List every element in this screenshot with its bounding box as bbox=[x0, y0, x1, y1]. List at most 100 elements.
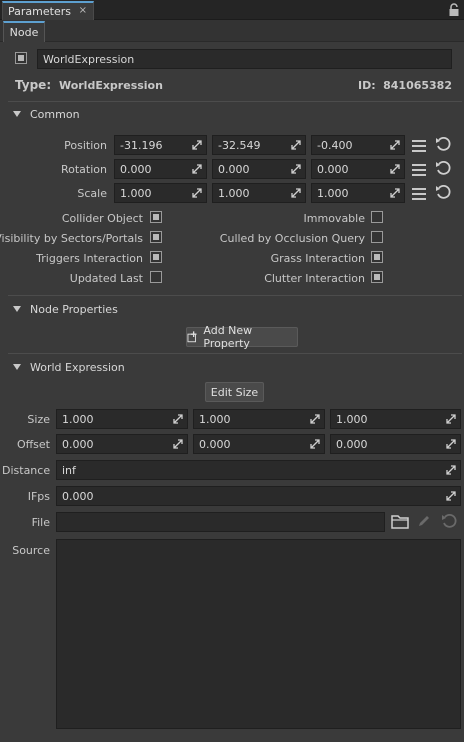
expand-icon[interactable] bbox=[446, 491, 456, 501]
offset-x-field[interactable]: 0.000 bbox=[56, 434, 188, 454]
source-editor[interactable] bbox=[56, 539, 461, 729]
scale-y-field[interactable]: 1.000 bbox=[212, 183, 306, 203]
section-common-title: Common bbox=[30, 107, 80, 121]
expand-icon[interactable] bbox=[173, 439, 183, 449]
file-field[interactable] bbox=[56, 512, 385, 532]
expand-icon[interactable] bbox=[173, 414, 183, 424]
size-y-value: 1.000 bbox=[199, 412, 231, 426]
size-label: Size bbox=[27, 413, 50, 426]
scale-z-value: 1.000 bbox=[317, 186, 349, 200]
expand-icon[interactable] bbox=[446, 414, 456, 424]
type-value: WorldExpression bbox=[58, 79, 163, 92]
immovable-checkbox[interactable] bbox=[371, 211, 383, 223]
flag-label: Immovable bbox=[303, 212, 365, 225]
rotation-y-value: 0.000 bbox=[218, 162, 250, 176]
size-y-field[interactable]: 1.000 bbox=[193, 409, 325, 429]
collapse-arrow-icon bbox=[13, 306, 21, 312]
ifps-label: IFps bbox=[27, 490, 50, 503]
tab-parameters[interactable]: Parameters × bbox=[2, 1, 94, 20]
expand-icon[interactable] bbox=[390, 140, 400, 150]
section-node-properties[interactable]: Node Properties bbox=[0, 298, 464, 320]
flag-label: Clutter Interaction bbox=[264, 272, 365, 285]
collider-object-checkbox[interactable] bbox=[150, 211, 162, 223]
reset-icon[interactable] bbox=[435, 136, 451, 152]
rotation-x-field[interactable]: 0.000 bbox=[114, 159, 207, 179]
expand-icon[interactable] bbox=[310, 414, 320, 424]
position-z-field[interactable]: -0.400 bbox=[311, 135, 405, 155]
scale-z-field[interactable]: 1.000 bbox=[311, 183, 405, 203]
expand-icon[interactable] bbox=[310, 439, 320, 449]
plus-icon bbox=[187, 331, 197, 343]
expand-icon[interactable] bbox=[192, 188, 202, 198]
section-common[interactable]: Common bbox=[0, 103, 464, 125]
add-new-property-label: Add New Property bbox=[203, 324, 253, 350]
flag-label: Grass Interaction bbox=[270, 252, 365, 265]
position-y-value: -32.549 bbox=[218, 138, 261, 152]
flag-label: Updated Last bbox=[69, 272, 143, 285]
ifps-field[interactable]: 0.000 bbox=[56, 486, 461, 506]
edit-size-button[interactable]: Edit Size bbox=[205, 382, 264, 402]
visibility-sectors-checkbox[interactable] bbox=[150, 231, 162, 243]
collapse-arrow-icon bbox=[13, 111, 21, 117]
culled-occlusion-checkbox[interactable] bbox=[371, 231, 383, 243]
offset-z-field[interactable]: 0.000 bbox=[330, 434, 461, 454]
size-z-field[interactable]: 1.000 bbox=[330, 409, 461, 429]
collapse-arrow-icon bbox=[13, 364, 21, 370]
rotation-z-value: 0.000 bbox=[317, 162, 349, 176]
type-row: Type: WorldExpression bbox=[15, 78, 163, 92]
ifps-value: 0.000 bbox=[62, 489, 94, 503]
reset-icon[interactable] bbox=[441, 513, 457, 529]
grass-interaction-checkbox[interactable] bbox=[371, 251, 383, 263]
distance-label: Distance bbox=[2, 464, 51, 477]
distance-field[interactable]: inf bbox=[56, 460, 461, 480]
add-new-property-button[interactable]: Add New Property bbox=[186, 324, 298, 350]
expand-icon[interactable] bbox=[390, 164, 400, 174]
rotation-label: Rotation bbox=[60, 163, 107, 176]
node-enabled-checkbox[interactable] bbox=[15, 52, 27, 64]
pencil-icon[interactable] bbox=[417, 514, 431, 528]
tab-node[interactable]: Node bbox=[3, 21, 45, 42]
expand-icon[interactable] bbox=[446, 465, 456, 475]
rotation-z-field[interactable]: 0.000 bbox=[311, 159, 405, 179]
scale-x-value: 1.000 bbox=[120, 186, 152, 200]
distance-value: inf bbox=[62, 463, 76, 477]
size-z-value: 1.000 bbox=[336, 412, 368, 426]
expand-icon[interactable] bbox=[291, 140, 301, 150]
flag-label: Visibility by Sectors/Portals bbox=[0, 232, 143, 245]
divider bbox=[8, 353, 462, 354]
expand-icon[interactable] bbox=[192, 140, 202, 150]
expand-icon[interactable] bbox=[192, 164, 202, 174]
id-row: ID: 841065382 bbox=[358, 79, 452, 92]
tab-parameters-label: Parameters bbox=[8, 5, 71, 18]
triggers-interaction-checkbox[interactable] bbox=[150, 251, 162, 263]
source-label: Source bbox=[12, 544, 50, 557]
rotation-y-field[interactable]: 0.000 bbox=[212, 159, 306, 179]
updated-last-checkbox[interactable] bbox=[150, 271, 162, 283]
offset-label: Offset bbox=[16, 438, 50, 451]
clutter-interaction-checkbox[interactable] bbox=[371, 271, 383, 283]
divider bbox=[8, 295, 462, 296]
reset-icon[interactable] bbox=[435, 160, 451, 176]
size-x-field[interactable]: 1.000 bbox=[56, 409, 188, 429]
close-icon[interactable]: × bbox=[79, 5, 87, 16]
offset-x-value: 0.000 bbox=[62, 437, 94, 451]
menu-icon[interactable] bbox=[412, 140, 426, 152]
position-label: Position bbox=[64, 139, 107, 152]
menu-icon[interactable] bbox=[412, 188, 426, 200]
scale-x-field[interactable]: 1.000 bbox=[114, 183, 207, 203]
position-x-field[interactable]: -31.196 bbox=[114, 135, 207, 155]
expand-icon[interactable] bbox=[446, 439, 456, 449]
folder-icon[interactable] bbox=[391, 514, 409, 529]
menu-icon[interactable] bbox=[412, 164, 426, 176]
node-name-field[interactable]: WorldExpression bbox=[37, 49, 452, 69]
lock-icon[interactable] bbox=[448, 3, 460, 17]
expand-icon[interactable] bbox=[291, 188, 301, 198]
subtab-bar bbox=[0, 20, 464, 42]
expand-icon[interactable] bbox=[291, 164, 301, 174]
section-world-expression[interactable]: World Expression bbox=[0, 356, 464, 378]
position-z-value: -0.400 bbox=[317, 138, 353, 152]
reset-icon[interactable] bbox=[435, 184, 451, 200]
expand-icon[interactable] bbox=[390, 188, 400, 198]
position-y-field[interactable]: -32.549 bbox=[212, 135, 306, 155]
offset-y-field[interactable]: 0.000 bbox=[193, 434, 325, 454]
